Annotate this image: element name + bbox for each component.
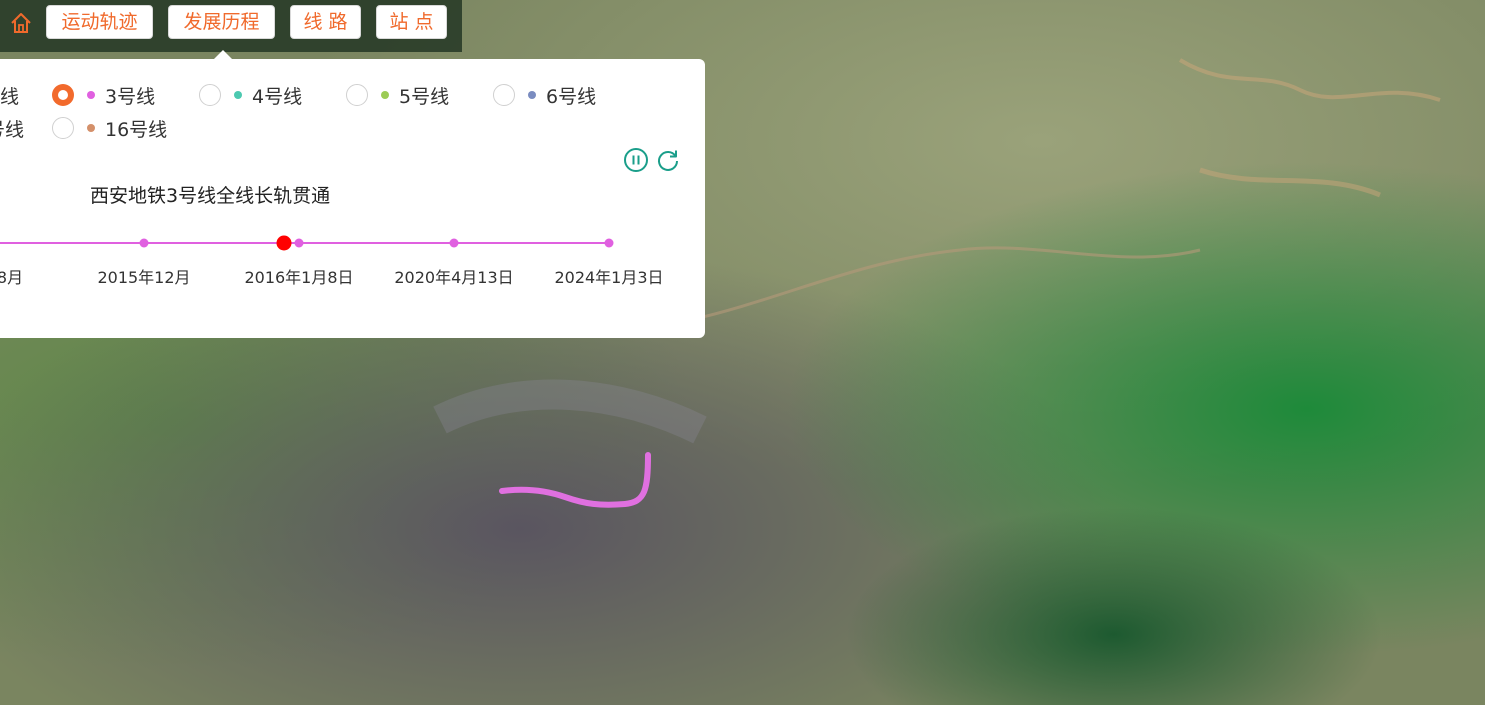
timeline-node[interactable] (604, 238, 614, 248)
timeline-node[interactable] (294, 238, 304, 248)
timeline-label[interactable]: 2015年12月 (97, 264, 190, 288)
timeline-label[interactable]: 2024年1月3日 (554, 264, 663, 288)
timeline-node[interactable] (449, 238, 459, 248)
timeline-label[interactable]: 2020年4月13日 (394, 264, 513, 288)
timeline-label[interactable]: 8月 (0, 264, 23, 288)
timeline-current-marker[interactable] (276, 235, 292, 251)
timeline-node[interactable] (139, 238, 149, 248)
timeline-label[interactable]: 2016年1月8日 (244, 264, 353, 288)
